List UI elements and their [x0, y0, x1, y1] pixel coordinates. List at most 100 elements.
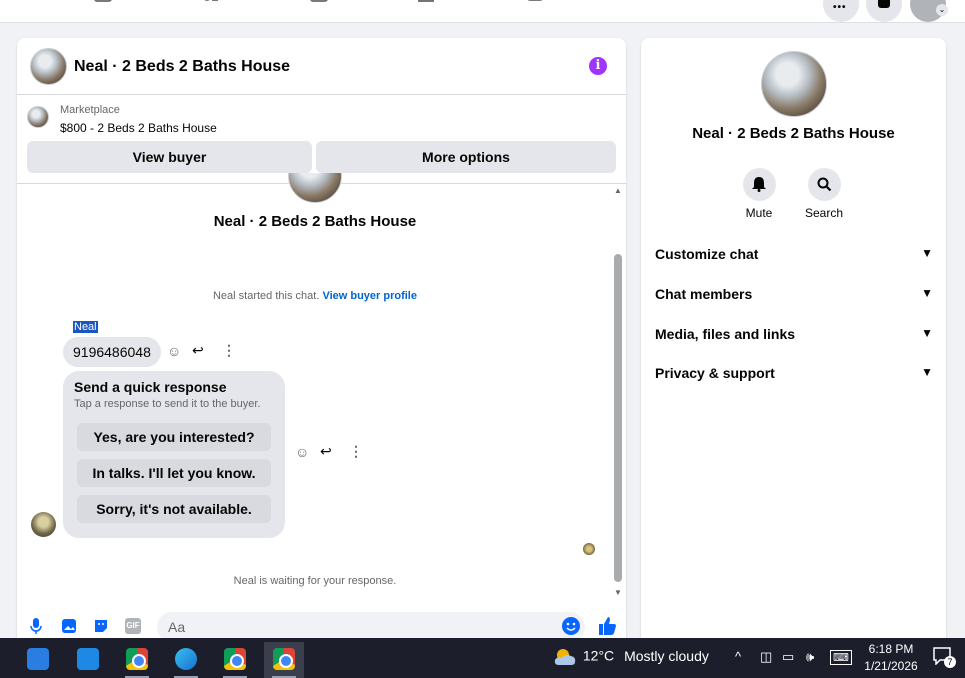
listing-thumbnail[interactable] — [27, 106, 49, 128]
more-options-button[interactable]: More options — [316, 141, 616, 173]
microphone-icon[interactable] — [28, 618, 44, 634]
chat-started-notice: Neal started this chat. View buyer profi… — [17, 290, 613, 302]
sender-avatar[interactable] — [31, 512, 56, 537]
view-buyer-profile-link[interactable]: View buyer profile — [322, 290, 417, 302]
info-icon[interactable]: i — [589, 57, 607, 75]
conversation-title: Neal · 2 Beds 2 Baths House — [213, 213, 417, 230]
chrome-icon — [273, 648, 295, 670]
chrome-taskbar-button-2[interactable] — [215, 642, 255, 678]
chat-header: Neal · 2 Beds 2 Baths House i — [17, 38, 626, 95]
seen-indicator-avatar — [583, 543, 595, 555]
sticker-icon[interactable] — [93, 618, 109, 634]
message-scrollbar[interactable]: ▲ ▼ — [613, 186, 623, 600]
chrome-taskbar-button-1[interactable] — [117, 642, 157, 678]
gaming-nav-icon[interactable] — [525, 0, 545, 8]
show-hidden-icons-chevron-icon[interactable]: ^ — [735, 649, 741, 664]
bell-icon — [742, 168, 776, 201]
network-icon[interactable]: ▭ — [782, 649, 794, 665]
section-label: Customize chat — [655, 246, 759, 262]
quick-response-in-talks[interactable]: In talks. I'll let you know. — [77, 459, 271, 487]
mail-icon — [77, 648, 99, 670]
weather-widget[interactable]: 12°C Mostly cloudy — [553, 647, 709, 667]
chevron-down-icon: ▼ — [921, 286, 933, 300]
react-icon[interactable]: ☺ — [167, 343, 181, 359]
listing-kicker: Marketplace — [60, 104, 120, 116]
view-buyer-button[interactable]: View buyer — [27, 141, 312, 173]
privacy-support-section[interactable]: Privacy & support ▼ — [655, 365, 933, 389]
quick-response-not-available[interactable]: Sorry, it's not available. — [77, 495, 271, 523]
profile-avatar-button[interactable]: ⌄ — [910, 0, 948, 22]
started-text: Neal started this chat. — [212, 290, 320, 302]
chat-avatar[interactable] — [30, 48, 67, 85]
clock-date: 1/21/2026 — [864, 659, 918, 673]
temperature: 12°C — [582, 647, 615, 664]
taskbar: 12°C Mostly cloudy ^ ◫ ▭ 🕪 ⌨ 6:18 PM 1/2… — [0, 638, 965, 678]
chat-panel: Neal · 2 Beds 2 Baths House i Marketplac… — [17, 38, 626, 638]
section-label: Media, files and links — [655, 326, 796, 342]
scrollbar-thumb[interactable] — [614, 254, 622, 582]
section-label: Privacy & support — [655, 365, 775, 381]
listing-banner: Marketplace $800 - 2 Beds 2 Baths House … — [17, 96, 626, 184]
details-title: Neal · 2 Beds 2 Baths House — [692, 125, 895, 142]
quick-response-heading: Send a quick response — [74, 379, 227, 395]
reply-icon[interactable]: ↩ — [320, 443, 332, 460]
chevron-down-icon: ▼ — [921, 365, 933, 379]
chat-members-section[interactable]: Chat members ▼ — [655, 286, 933, 310]
chrome-taskbar-button-3[interactable] — [264, 642, 304, 678]
react-icon[interactable]: ☺ — [295, 444, 309, 460]
reply-icon[interactable]: ↩ — [192, 342, 204, 359]
clock-time: 6:18 PM — [868, 642, 914, 656]
customize-chat-section[interactable]: Customize chat ▼ — [655, 246, 933, 270]
notifications-center-icon[interactable]: 7 — [933, 647, 956, 668]
search-button[interactable]: Search — [799, 168, 849, 220]
more-actions-icon[interactable]: ⋮ — [222, 342, 236, 359]
notification-count: 7 — [944, 656, 956, 668]
details-avatar[interactable] — [761, 51, 827, 117]
quick-response-card: Send a quick response Tap a response to … — [63, 371, 285, 538]
search-label: Search — [804, 206, 844, 220]
cloudy-weather-icon — [554, 649, 576, 665]
notifications-button[interactable] — [866, 0, 902, 22]
composer: GIF Aa — [17, 606, 626, 638]
mute-label: Mute — [745, 206, 773, 220]
media-files-links-section[interactable]: Media, files and links ▼ — [655, 326, 933, 350]
listing-price-title[interactable]: $800 - 2 Beds 2 Baths House — [60, 121, 217, 135]
quick-response-interested[interactable]: Yes, are you interested? — [77, 423, 271, 451]
marketplace-nav-icon[interactable] — [93, 0, 113, 8]
watch-nav-icon[interactable] — [309, 0, 329, 8]
friends-nav-icon[interactable] — [200, 0, 220, 8]
message-input[interactable]: Aa — [157, 612, 585, 638]
volume-icon[interactable]: 🕪 — [806, 649, 814, 665]
gif-icon[interactable]: GIF — [125, 618, 141, 634]
mail-taskbar-button[interactable] — [68, 642, 108, 678]
bell-icon — [878, 0, 890, 8]
store-icon — [27, 648, 49, 670]
chevron-down-icon: ▼ — [921, 246, 933, 260]
chevron-down-icon: ⌄ — [936, 4, 948, 16]
message-bubble[interactable]: 9196486048 — [63, 337, 161, 367]
edge-taskbar-button[interactable] — [166, 642, 206, 678]
chat-details-panel: Neal · 2 Beds 2 Baths House Mute Search … — [641, 38, 946, 638]
message-list: Neal · 2 Beds 2 Baths House Neal started… — [17, 173, 626, 605]
home-nav-icon[interactable] — [416, 0, 436, 8]
chevron-down-icon: ▼ — [921, 326, 933, 340]
top-navigation: ••• ⌄ — [0, 0, 965, 23]
weather-condition: Mostly cloudy — [624, 647, 709, 664]
more-actions-icon[interactable]: ⋮ — [349, 443, 363, 460]
menu-dots-icon: ••• — [833, 2, 847, 13]
photo-icon[interactable] — [61, 618, 77, 634]
section-label: Chat members — [655, 286, 753, 302]
mute-button[interactable]: Mute — [734, 168, 784, 220]
emoji-icon[interactable] — [562, 617, 580, 635]
like-thumb-icon[interactable] — [597, 616, 617, 636]
menu-button[interactable]: ••• — [823, 0, 859, 22]
scroll-down-icon[interactable]: ▼ — [614, 588, 622, 597]
clock[interactable]: 6:18 PM 1/21/2026 — [860, 641, 922, 675]
store-taskbar-button[interactable] — [18, 642, 58, 678]
scroll-up-icon[interactable]: ▲ — [614, 186, 622, 195]
keyboard-icon[interactable]: ⌨ — [830, 650, 852, 665]
meet-now-icon[interactable]: ◫ — [760, 649, 772, 665]
chat-title[interactable]: Neal · 2 Beds 2 Baths House — [74, 58, 290, 76]
chrome-icon — [126, 648, 148, 670]
sender-name: Neal — [73, 321, 98, 333]
